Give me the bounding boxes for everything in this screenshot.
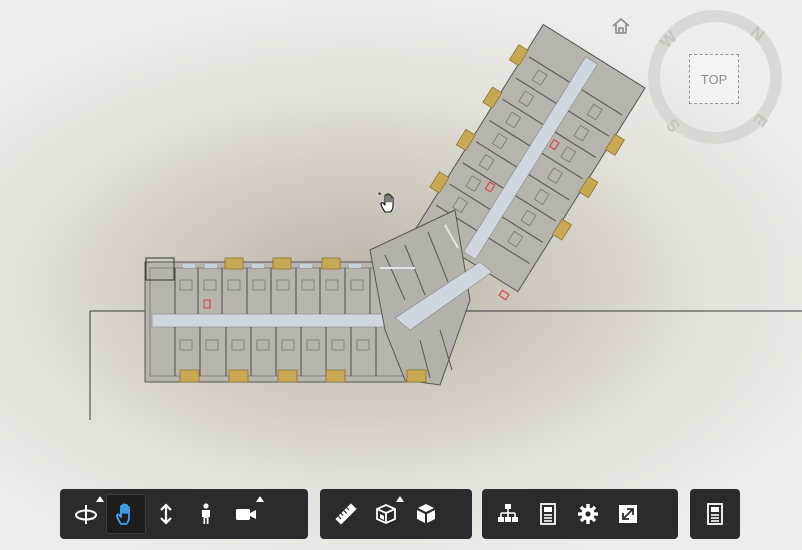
document-toolbar [690,489,740,539]
explode-cube-icon [417,504,435,523]
fullscreen-button[interactable] [608,494,648,534]
properties-button[interactable] [528,494,568,534]
section-box-icon [376,504,396,524]
viewcube-top-face[interactable]: TOP [689,54,739,104]
flyout-indicator [396,496,404,502]
fullscreen-icon [619,505,637,523]
orbit-button[interactable] [66,494,106,534]
hierarchy-icon [498,504,518,522]
document-icon [707,503,723,525]
home-icon [612,18,630,34]
flyout-indicator [256,496,264,502]
document-browser-button[interactable] [696,494,734,534]
model-tools-toolbar [320,489,472,539]
camera-icon [236,509,256,520]
model-browser-button[interactable] [488,494,528,534]
pan-hand-icon [116,503,130,525]
zoom-arrows-icon [160,503,172,525]
first-person-button[interactable] [186,494,226,534]
person-icon [202,503,210,524]
gear-icon [578,504,598,524]
camera-button[interactable] [226,494,266,534]
pan-hand-cursor-icon [376,190,402,216]
zoom-button[interactable] [146,494,186,534]
measure-button[interactable] [326,494,366,534]
navigation-toolbar [60,489,308,539]
home-view-button[interactable] [610,15,632,37]
viewcube[interactable]: N W S E TOP [648,10,782,144]
orbit-icon [75,505,97,524]
section-button[interactable] [366,494,406,534]
building-left-wing [144,257,414,383]
ruler-icon [335,503,357,525]
3d-viewport[interactable]: N W S E TOP [0,0,802,550]
flyout-indicator [96,496,104,502]
pan-button[interactable] [106,494,146,534]
settings-toolbar [482,489,678,539]
properties-icon [540,503,556,525]
settings-button[interactable] [568,494,608,534]
explode-button[interactable] [406,494,446,534]
